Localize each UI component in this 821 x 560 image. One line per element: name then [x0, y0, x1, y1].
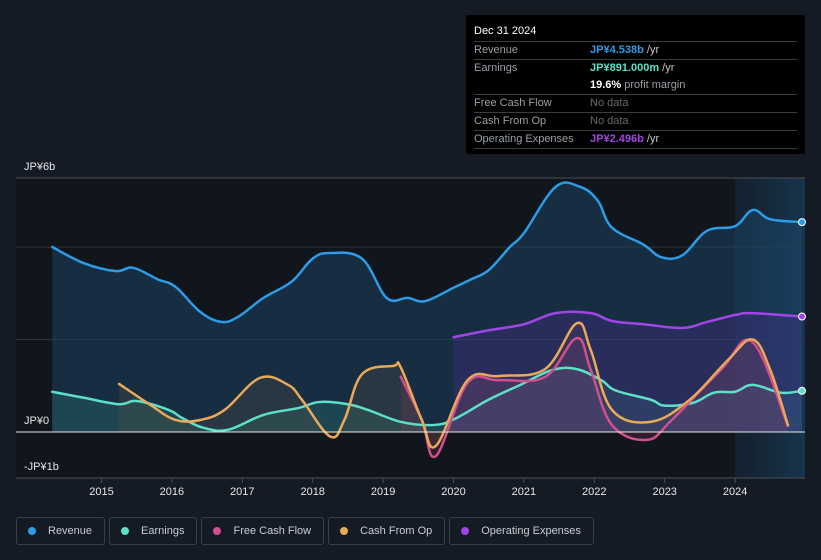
tooltip-label — [474, 77, 590, 94]
legend-dot-icon — [461, 527, 470, 535]
tooltip-label: Operating Expenses — [474, 133, 574, 145]
unit: /yr — [643, 44, 660, 56]
legend-label: Revenue — [48, 525, 93, 537]
legend-item-operating-expenses[interactable]: Operating Expenses — [449, 517, 594, 545]
revenue-value: JP¥4.538b — [590, 44, 644, 56]
y-tick-label-zero: JP¥0 — [24, 415, 49, 427]
x-tick-label: 2017 — [230, 486, 254, 498]
tooltip-label: Earnings — [474, 62, 518, 74]
legend-item-cash-from-op[interactable]: Cash From Op — [328, 517, 446, 545]
x-tick-label: 2022 — [582, 486, 606, 498]
tooltip-row-earnings: Earnings JP¥891.000m /yr — [474, 60, 797, 77]
legend-dot-icon — [28, 527, 36, 535]
legend-item-free-cash-flow[interactable]: Free Cash Flow — [201, 517, 325, 545]
y-tick-label-top: JP¥6b — [24, 161, 55, 173]
earnings-value: JP¥891.000m — [590, 62, 660, 74]
tooltip-row-opex: Operating Expenses JP¥2.496b /yr — [474, 131, 797, 149]
x-tick-label: 2016 — [160, 486, 184, 498]
legend-label: Cash From Op — [360, 525, 433, 537]
legend-item-revenue[interactable]: Revenue — [16, 517, 106, 545]
x-tick-label: 2019 — [371, 486, 395, 498]
tooltip-label: Free Cash Flow — [474, 97, 552, 109]
opex-end-marker — [797, 312, 806, 321]
x-tick-label: 2021 — [512, 486, 536, 498]
x-tick-label: 2018 — [300, 486, 324, 498]
opex-value: JP¥2.496b — [590, 133, 644, 145]
cfo-value: No data — [590, 115, 629, 127]
legend-dot-icon — [340, 527, 349, 535]
tooltip-panel: Dec 31 2024 Revenue JP¥4.538b /yr Earnin… — [466, 15, 805, 154]
x-tick-label: 2015 — [89, 486, 113, 498]
tooltip-label: Cash From Op — [474, 115, 547, 127]
legend-dot-icon — [213, 527, 222, 535]
profit-margin: 19.6% profit margin — [590, 77, 685, 94]
legend: Revenue Earnings Free Cash Flow Cash Fro… — [16, 517, 598, 545]
x-axis: 2015 2016 2017 2018 2019 2020 2021 2022 2023 2024 — [89, 478, 747, 498]
tooltip-row-margin: 19.6% profit margin — [474, 77, 797, 95]
tooltip-value: JP¥891.000m /yr — [590, 60, 674, 77]
x-tick-label: 2024 — [723, 486, 747, 498]
tooltip-date: Dec 31 2024 — [474, 23, 797, 42]
tooltip-row-revenue: Revenue JP¥4.538b /yr — [474, 42, 797, 60]
tooltip-row-fcf: Free Cash Flow No data — [474, 95, 797, 113]
x-tick-label: 2020 — [441, 486, 465, 498]
x-tick-label: 2023 — [652, 486, 676, 498]
legend-label: Earnings — [141, 525, 185, 537]
tooltip-row-cfo: Cash From Op No data — [474, 113, 797, 131]
legend-label: Free Cash Flow — [233, 525, 312, 537]
legend-label: Operating Expenses — [481, 525, 581, 537]
legend-item-earnings[interactable]: Earnings — [109, 517, 198, 545]
tooltip-label: Revenue — [474, 44, 519, 56]
margin-text: profit margin — [621, 79, 686, 91]
tooltip-value: JP¥2.496b /yr — [590, 131, 659, 148]
unit: /yr — [643, 133, 660, 145]
legend-dot-icon — [121, 527, 130, 535]
y-tick-label-bottom: -JP¥1b — [24, 461, 59, 473]
fcf-value: No data — [590, 97, 629, 109]
revenue-end-marker — [797, 218, 806, 227]
earnings-end-marker — [797, 386, 806, 395]
tooltip-value: JP¥4.538b /yr — [590, 42, 659, 59]
unit: /yr — [659, 62, 675, 74]
opex-area — [453, 311, 802, 432]
margin-pct: 19.6% — [590, 79, 622, 91]
